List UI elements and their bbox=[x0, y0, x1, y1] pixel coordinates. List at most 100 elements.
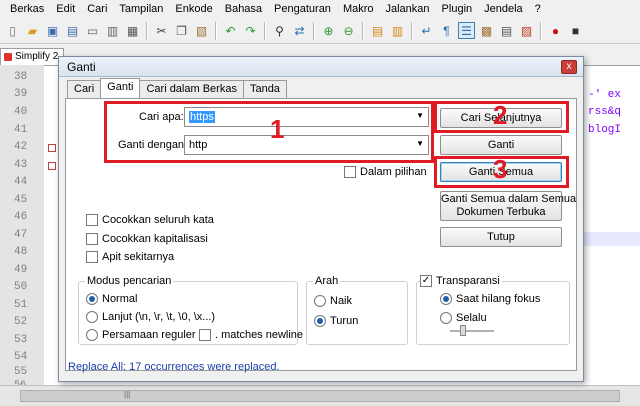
sync-h-icon[interactable]: ▥ bbox=[389, 22, 406, 39]
checkbox-box[interactable] bbox=[86, 251, 98, 263]
radio-dot[interactable] bbox=[86, 329, 98, 341]
zoom-in-icon[interactable]: ⊕ bbox=[320, 22, 337, 39]
radio-dot[interactable] bbox=[440, 293, 452, 305]
wrap-around-checkbox[interactable]: Apit sekitarnya bbox=[86, 251, 174, 263]
save-icon[interactable]: ▣ bbox=[44, 22, 61, 39]
redo-icon[interactable]: ↷ bbox=[242, 22, 259, 39]
in-selection-checkbox[interactable]: Dalam pilihan bbox=[344, 166, 427, 178]
scrollbar-thumb[interactable] bbox=[20, 390, 620, 402]
radio-dot[interactable] bbox=[440, 312, 452, 324]
record-macro-icon[interactable]: ● bbox=[547, 22, 564, 39]
fold-marker[interactable] bbox=[48, 162, 56, 170]
replace-all-open-docs-line1: Ganti Semua dalam Semua bbox=[441, 193, 577, 205]
direction-title: Arah bbox=[313, 275, 341, 287]
replace-button[interactable]: Ganti bbox=[440, 135, 562, 155]
line-number: 38 bbox=[14, 71, 28, 83]
radio-dot[interactable] bbox=[314, 295, 326, 307]
slider-handle[interactable] bbox=[460, 325, 466, 336]
replace-all-open-docs-button[interactable]: Ganti Semua dalam Semua Dokumen Terbuka bbox=[440, 191, 576, 221]
tab-replace[interactable]: Ganti bbox=[100, 78, 141, 98]
find-icon[interactable]: ⚲ bbox=[271, 22, 288, 39]
tab-find[interactable]: Cari bbox=[67, 80, 102, 98]
check-icon[interactable]: ✓ bbox=[420, 275, 432, 287]
match-case-checkbox[interactable]: Cocokkan kapitalisasi bbox=[86, 233, 208, 245]
match-case-label: Cocokkan kapitalisasi bbox=[102, 233, 208, 245]
close-button[interactable]: Tutup bbox=[440, 227, 562, 247]
toolbar-separator bbox=[264, 21, 266, 40]
doc-map-icon[interactable]: ▩ bbox=[478, 22, 495, 39]
menu-edit[interactable]: Edit bbox=[50, 3, 81, 15]
toolbar: ▯ ▰ ▣ ▤ ▭ ▥ ▦ ✂ ❐ ▧ ↶ ↷ ⚲ ⇄ ⊕ ⊖ ▤ ▥ ↵ ¶ … bbox=[0, 18, 640, 44]
save-all-icon[interactable]: ▤ bbox=[64, 22, 81, 39]
menu-cari[interactable]: Cari bbox=[81, 3, 113, 15]
function-list-icon[interactable]: ▤ bbox=[498, 22, 515, 39]
fold-marker[interactable] bbox=[48, 144, 56, 152]
checkbox-box[interactable] bbox=[344, 166, 356, 178]
menu-makro[interactable]: Makro bbox=[337, 3, 380, 15]
new-file-icon[interactable]: ▯ bbox=[4, 22, 21, 39]
menu-berkas[interactable]: Berkas bbox=[4, 3, 50, 15]
document-tab[interactable]: Simplify 2 bbox=[0, 48, 64, 65]
radio-dot[interactable] bbox=[86, 293, 98, 305]
close-icon[interactable]: x bbox=[561, 60, 577, 74]
matches-newline-label: . matches newline bbox=[215, 329, 304, 341]
menu-bahasa[interactable]: Bahasa bbox=[219, 3, 268, 15]
tab-mark[interactable]: Tanda bbox=[242, 80, 287, 98]
mode-normal-radio[interactable]: Normal bbox=[86, 293, 137, 305]
in-selection-label: Dalam pilihan bbox=[360, 166, 427, 178]
toolbar-separator bbox=[411, 21, 413, 40]
sync-v-icon[interactable]: ▤ bbox=[369, 22, 386, 39]
line-number: 54 bbox=[14, 351, 28, 363]
zoom-out-icon[interactable]: ⊖ bbox=[340, 22, 357, 39]
transparency-slider[interactable] bbox=[450, 325, 494, 336]
horizontal-scrollbar[interactable]: ||| bbox=[0, 385, 640, 406]
direction-down-radio[interactable]: Turun bbox=[314, 315, 358, 327]
tab-find-in-files[interactable]: Cari dalam Berkas bbox=[139, 80, 244, 98]
scrollbar-grip-icon: ||| bbox=[124, 390, 131, 399]
close-icon[interactable]: ▭ bbox=[84, 22, 101, 39]
dialog-tabs: Cari Ganti Cari dalam Berkas Tanda bbox=[67, 78, 287, 98]
wrap-icon[interactable]: ↵ bbox=[418, 22, 435, 39]
radio-dot[interactable] bbox=[86, 311, 98, 323]
print-icon[interactable]: ▦ bbox=[124, 22, 141, 39]
paste-icon[interactable]: ▧ bbox=[193, 22, 210, 39]
menu-jendela[interactable]: Jendela bbox=[478, 3, 529, 15]
code-line-41: blogI bbox=[588, 124, 622, 136]
folder-workspace-icon[interactable]: ▨ bbox=[518, 22, 535, 39]
menu-jalankan[interactable]: Jalankan bbox=[380, 3, 436, 15]
transparency-checkbox[interactable]: ✓ Transparansi bbox=[420, 275, 502, 287]
open-file-icon[interactable]: ▰ bbox=[24, 22, 41, 39]
code-line-39: -' ex bbox=[588, 89, 622, 101]
checkbox-box[interactable] bbox=[199, 329, 211, 341]
undo-icon[interactable]: ↶ bbox=[222, 22, 239, 39]
replace-icon[interactable]: ⇄ bbox=[291, 22, 308, 39]
copy-icon[interactable]: ❐ bbox=[173, 22, 190, 39]
toolbar-separator bbox=[215, 21, 217, 40]
checkbox-box[interactable] bbox=[86, 233, 98, 245]
menu-pengaturan[interactable]: Pengaturan bbox=[268, 3, 337, 15]
transparency-title: Transparansi bbox=[436, 275, 500, 287]
direction-up-radio[interactable]: Naik bbox=[314, 295, 352, 307]
direction-down-label: Turun bbox=[330, 315, 359, 327]
match-whole-word-checkbox[interactable]: Cocokkan seluruh kata bbox=[86, 214, 214, 226]
menu-help[interactable]: ? bbox=[529, 3, 547, 15]
line-number: 49 bbox=[14, 264, 28, 276]
matches-newline-checkbox[interactable]: . matches newline bbox=[199, 329, 303, 341]
menu-tampilan[interactable]: Tampilan bbox=[113, 3, 169, 15]
cut-icon[interactable]: ✂ bbox=[153, 22, 170, 39]
line-number: 48 bbox=[14, 246, 28, 258]
indent-guide-icon[interactable]: ☰ bbox=[458, 22, 475, 39]
match-whole-word-label: Cocokkan seluruh kata bbox=[102, 214, 214, 226]
radio-dot[interactable] bbox=[314, 315, 326, 327]
menu-enkode[interactable]: Enkode bbox=[169, 3, 218, 15]
transparency-always-radio[interactable]: Selalu bbox=[440, 312, 487, 324]
checkbox-box[interactable] bbox=[86, 214, 98, 226]
all-chars-icon[interactable]: ¶ bbox=[438, 22, 455, 39]
stop-macro-icon[interactable]: ■ bbox=[567, 22, 584, 39]
mode-regex-radio[interactable]: Persamaan reguler bbox=[86, 329, 196, 341]
mode-extended-radio[interactable]: Lanjut (\n, \r, \t, \0, \x...) bbox=[86, 311, 215, 323]
menu-plugin[interactable]: Plugin bbox=[436, 3, 479, 15]
close-all-icon[interactable]: ▥ bbox=[104, 22, 121, 39]
transparency-on-lose-focus-radio[interactable]: Saat hilang fokus bbox=[440, 293, 540, 305]
line-number: 42 bbox=[14, 141, 28, 153]
